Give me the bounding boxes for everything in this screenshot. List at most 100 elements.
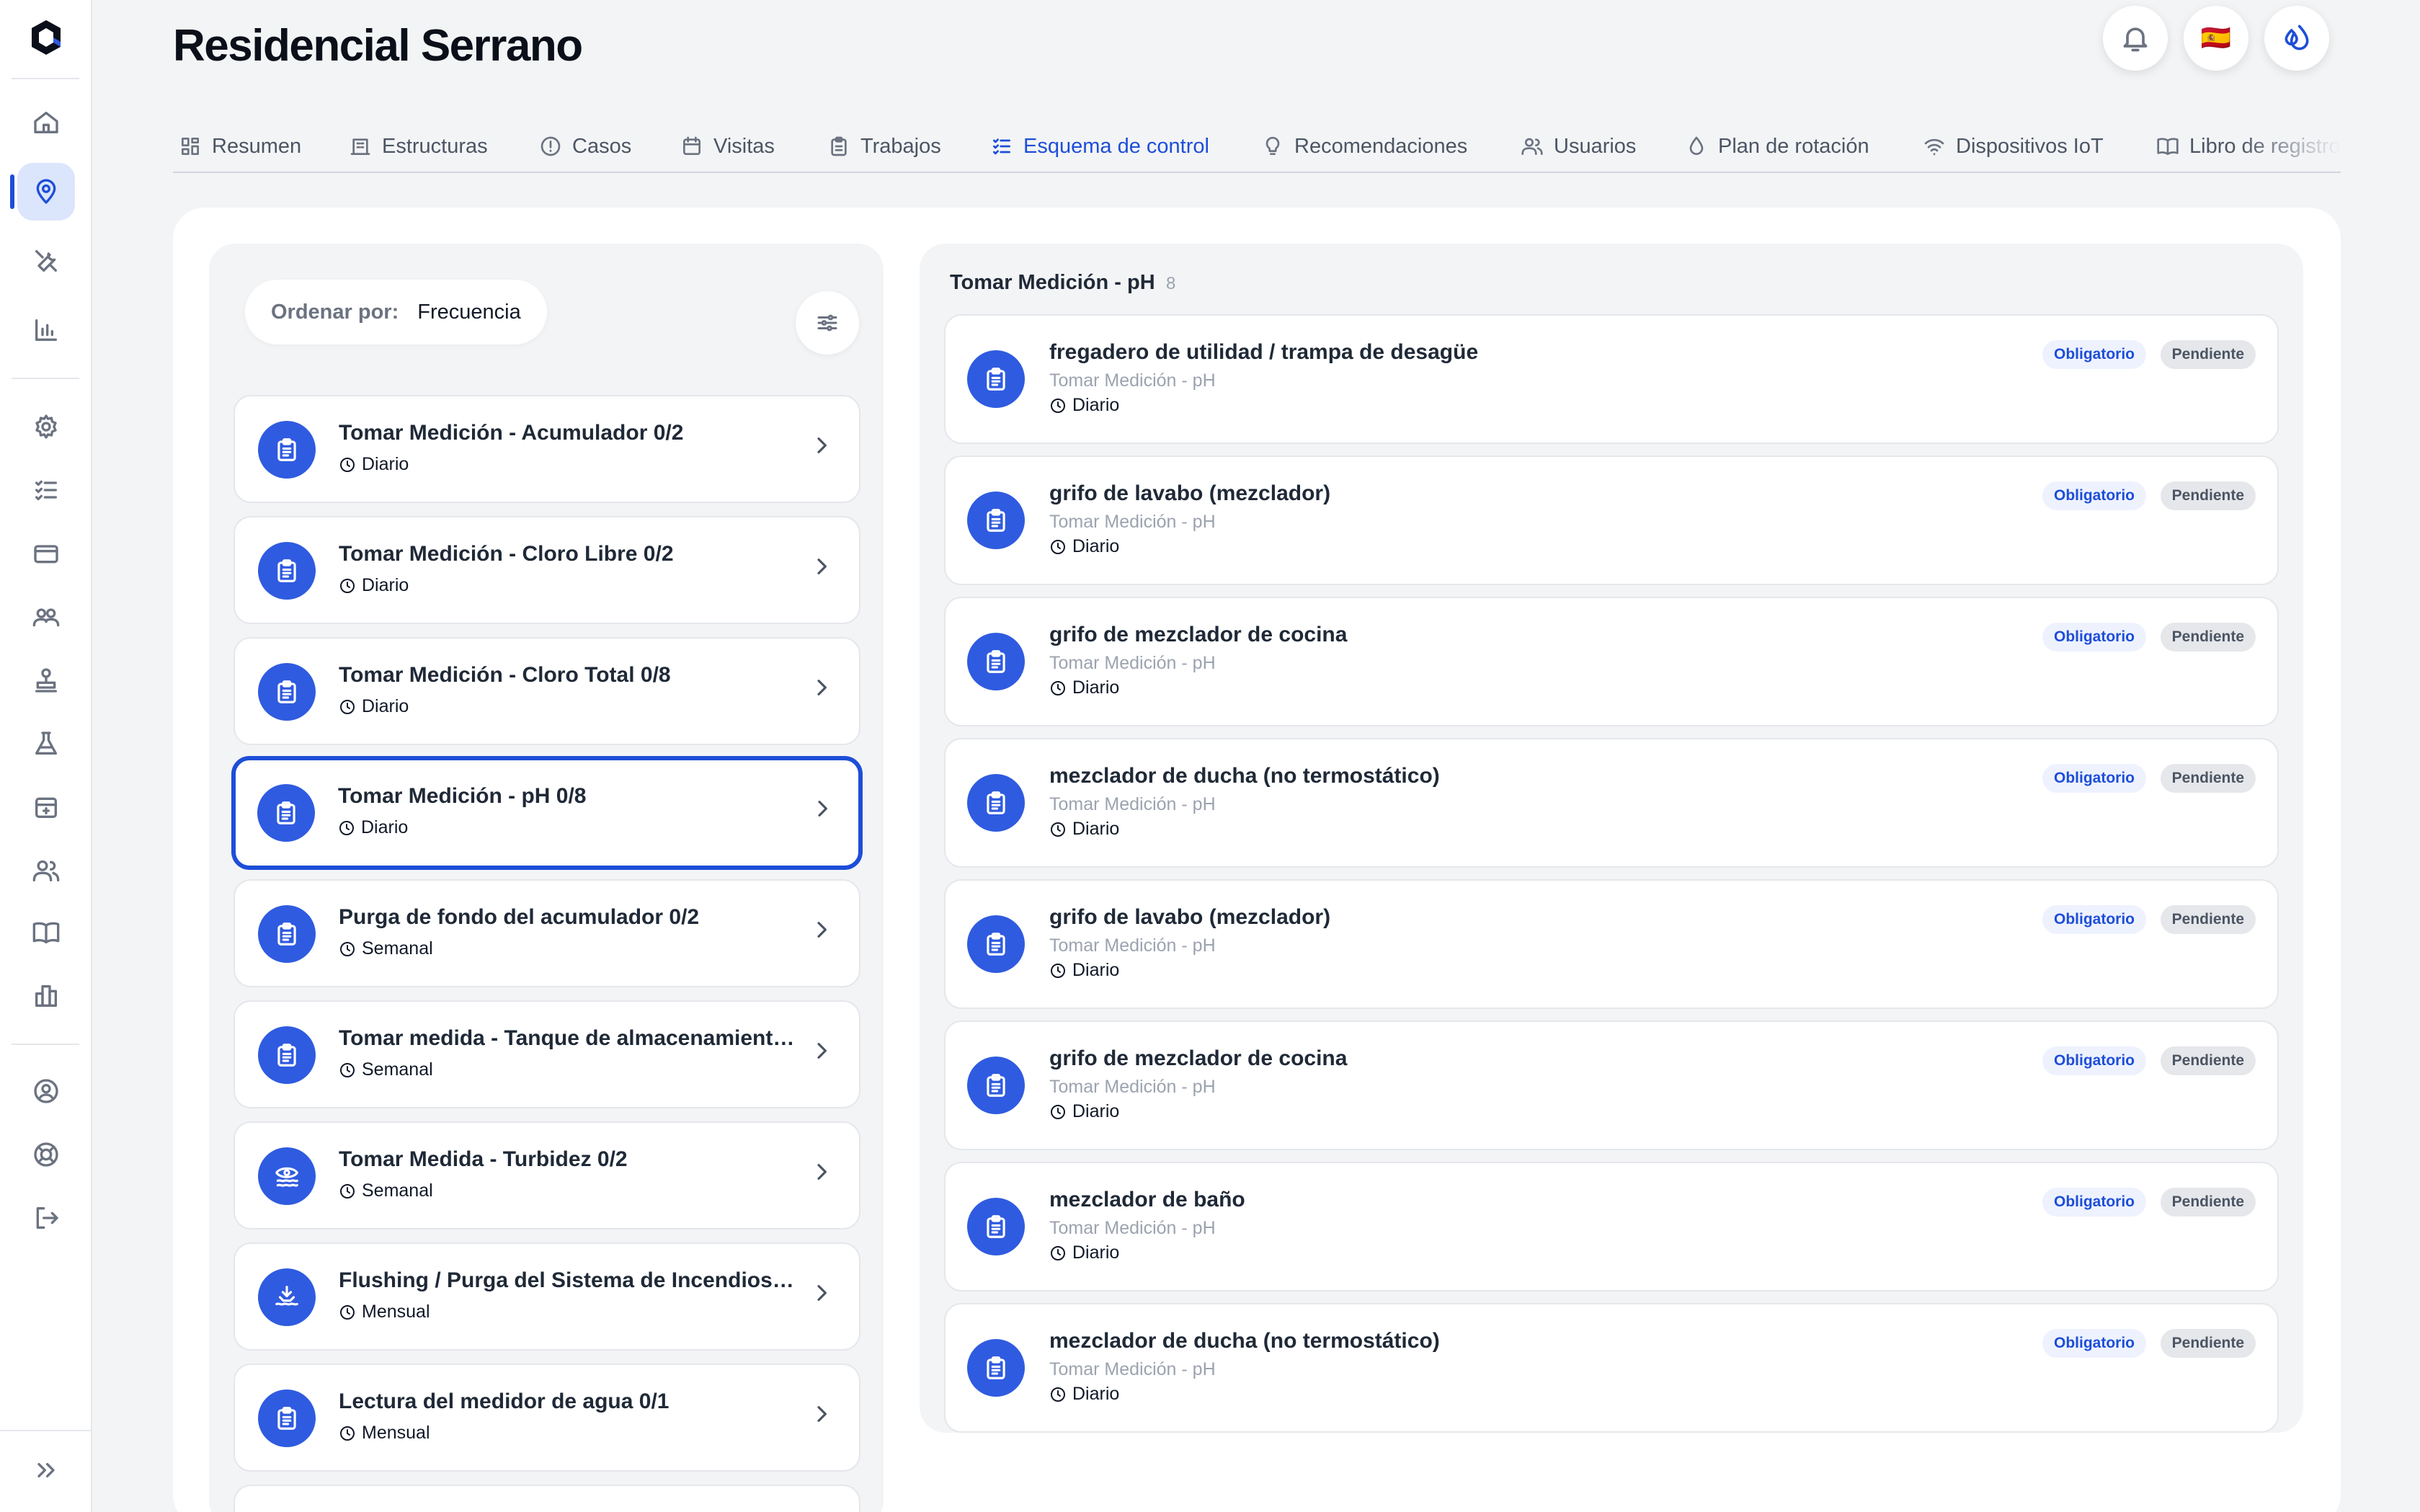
task-title: Tomar Medición - Cloro Libre 0/2 bbox=[339, 542, 674, 566]
item-subtitle: Tomar Medición - pH bbox=[1049, 1077, 1216, 1097]
tab-usuarios[interactable]: Usuarios bbox=[1521, 120, 1637, 172]
sidebar-item-profile[interactable] bbox=[17, 1062, 75, 1120]
item-frequency: Diario bbox=[1049, 677, 1119, 698]
home-icon bbox=[34, 112, 58, 133]
sidebar-item-billing[interactable] bbox=[17, 525, 75, 582]
task-title: Tomar Medición - Acumulador 0/2 bbox=[339, 421, 684, 445]
clipboard-icon bbox=[987, 1215, 1005, 1238]
language-button[interactable]: 🇪🇸 bbox=[2184, 6, 2248, 71]
clock-icon bbox=[340, 1304, 355, 1320]
item-title: fregadero de utilidad / trampa de desagü… bbox=[1049, 340, 1479, 364]
task-frequency: Diario bbox=[339, 575, 409, 596]
tab-bar: Resumen Estructuras Casos Visitas Trabaj… bbox=[173, 120, 2341, 173]
tab-esquema-de-control[interactable]: Esquema de control bbox=[990, 120, 1209, 172]
sidebar-item-reports[interactable] bbox=[17, 967, 75, 1025]
task-card[interactable]: Tomar Medición - Acumulador 0/2 Diario bbox=[233, 395, 860, 503]
book-open-icon bbox=[32, 922, 60, 943]
control-point-card[interactable]: mezclador de ducha (no termostático) Tom… bbox=[944, 1303, 2279, 1433]
clock-icon bbox=[1051, 680, 1065, 695]
item-subtitle: Tomar Medición - pH bbox=[1049, 935, 1216, 956]
clipboard-icon bbox=[277, 1044, 296, 1067]
control-point-card[interactable]: grifo de lavabo (mezclador) Tomar Medici… bbox=[944, 879, 2279, 1009]
task-frequency-label: Diario bbox=[362, 575, 409, 595]
sidebar-divider bbox=[12, 378, 79, 379]
task-frequency: Diario bbox=[339, 454, 409, 475]
checklist-icon bbox=[993, 138, 1010, 155]
task-card[interactable]: Purga de fondo del acumulador 0/2 Semana… bbox=[233, 879, 860, 987]
sidebar-item-calendar[interactable] bbox=[17, 778, 75, 836]
tab-estructuras[interactable]: Estructuras bbox=[349, 120, 488, 172]
sidebar-item-locations[interactable] bbox=[17, 163, 75, 221]
clock-icon bbox=[340, 1062, 355, 1077]
clock-icon bbox=[340, 699, 355, 714]
control-point-card[interactable]: fregadero de utilidad / trampa de desagü… bbox=[944, 314, 2279, 444]
task-icon-circle bbox=[258, 1268, 316, 1326]
item-frequency-label: Diario bbox=[1072, 1384, 1120, 1404]
item-icon-circle bbox=[967, 1339, 1025, 1397]
tools-icon bbox=[35, 250, 58, 272]
tab-label: Resumen bbox=[212, 134, 302, 158]
sidebar-item-logbook[interactable] bbox=[17, 904, 75, 961]
item-frequency-label: Diario bbox=[1072, 1242, 1120, 1263]
tab-recomendaciones[interactable]: Recomendaciones bbox=[1261, 120, 1467, 172]
sidebar-item-settings[interactable] bbox=[17, 398, 75, 455]
sidebar-item-users[interactable] bbox=[17, 842, 75, 899]
sidebar-expand-button[interactable] bbox=[17, 1441, 75, 1499]
sidebar-item-analytics[interactable] bbox=[17, 301, 75, 359]
alert-circle-icon bbox=[541, 136, 561, 156]
task-card[interactable]: Lectura del medidor de agua 0/1 Mensual bbox=[233, 1364, 860, 1472]
tab-label: Usuarios bbox=[1554, 134, 1637, 158]
sidebar-item-logout[interactable] bbox=[17, 1189, 75, 1247]
lightbulb-icon bbox=[1265, 136, 1280, 155]
user-circle-icon bbox=[34, 1079, 58, 1103]
clock-icon bbox=[340, 1426, 355, 1441]
stamp-icon bbox=[35, 668, 58, 693]
control-point-card[interactable]: grifo de mezclador de cocina Tomar Medic… bbox=[944, 1020, 2279, 1150]
chevron-right-icon bbox=[810, 918, 833, 941]
sidebar-item-lab[interactable] bbox=[17, 715, 75, 773]
control-point-card[interactable]: grifo de mezclador de cocina Tomar Medic… bbox=[944, 597, 2279, 726]
sort-dropdown[interactable]: Ordenar por: Frecuencia bbox=[245, 280, 547, 344]
task-frequency: Diario bbox=[338, 817, 408, 838]
sidebar-item-teams[interactable] bbox=[17, 588, 75, 646]
tab-dispositivos-iot[interactable]: Dispositivos IoT bbox=[1923, 120, 2104, 172]
notifications-button[interactable] bbox=[2103, 6, 2168, 71]
sidebar-item-support[interactable] bbox=[17, 1126, 75, 1183]
required-badge: Obligatorio bbox=[2042, 764, 2146, 793]
task-card[interactable]: Tomar Medición - Cloro Libre 0/2 Diario bbox=[233, 516, 860, 624]
building-icon bbox=[350, 138, 370, 155]
water-app-button[interactable] bbox=[2264, 6, 2329, 71]
map-pin-icon bbox=[36, 179, 56, 204]
control-point-card[interactable]: grifo de lavabo (mezclador) Tomar Medici… bbox=[944, 455, 2279, 585]
task-card[interactable]: Flushing / Purga del Sistema de Incendio… bbox=[233, 1242, 860, 1351]
task-title: Tomar medida - Tanque de almacenamiento … bbox=[339, 1026, 800, 1050]
task-card[interactable]: Tomar medida - Tanque de almacenamiento … bbox=[233, 1000, 860, 1108]
control-point-card[interactable]: mezclador de ducha (no termostático) Tom… bbox=[944, 738, 2279, 868]
task-card[interactable]: Tomar Medida - Turbidez 0/2 Semanal bbox=[233, 1121, 860, 1229]
tab-casos[interactable]: Casos bbox=[539, 120, 631, 172]
sidebar-item-checklists[interactable] bbox=[17, 461, 75, 519]
task-title: Tomar Medición - pH 0/8 bbox=[338, 784, 587, 808]
control-point-card[interactable]: mezclador de baño Tomar Medición - pH Di… bbox=[944, 1162, 2279, 1291]
sidebar-item-stamp[interactable] bbox=[17, 652, 75, 709]
task-frequency: Semanal bbox=[339, 1180, 433, 1201]
tab-trabajos[interactable]: Trabajos bbox=[827, 120, 941, 172]
item-title: mezclador de ducha (no termostático) bbox=[1049, 1329, 1440, 1353]
sidebar-active-indicator bbox=[10, 174, 14, 209]
sidebar bbox=[0, 0, 92, 1512]
item-title: mezclador de ducha (no termostático) bbox=[1049, 764, 1440, 788]
task-card[interactable]: Tomar Medición - Cloro Total 0/8 Diario bbox=[233, 637, 860, 745]
task-card-selected[interactable]: Tomar Medición - pH 0/8 Diario bbox=[232, 757, 862, 869]
sidebar-item-tools[interactable] bbox=[17, 232, 75, 290]
tab-visitas[interactable]: Visitas bbox=[680, 120, 775, 172]
sidebar-item-home[interactable] bbox=[17, 94, 75, 151]
app-logo[interactable] bbox=[26, 17, 66, 58]
chevron-right-icon bbox=[810, 1039, 833, 1062]
filter-button[interactable] bbox=[796, 291, 859, 355]
chevron-right-icon bbox=[810, 676, 833, 699]
tab-plan-de-rotacion[interactable]: Plan de rotación bbox=[1685, 120, 1869, 172]
task-card-partial[interactable] bbox=[233, 1485, 860, 1512]
pending-badge: Pendiente bbox=[2160, 1329, 2256, 1358]
tab-resumen[interactable]: Resumen bbox=[179, 120, 302, 172]
task-icon-circle bbox=[258, 663, 316, 721]
